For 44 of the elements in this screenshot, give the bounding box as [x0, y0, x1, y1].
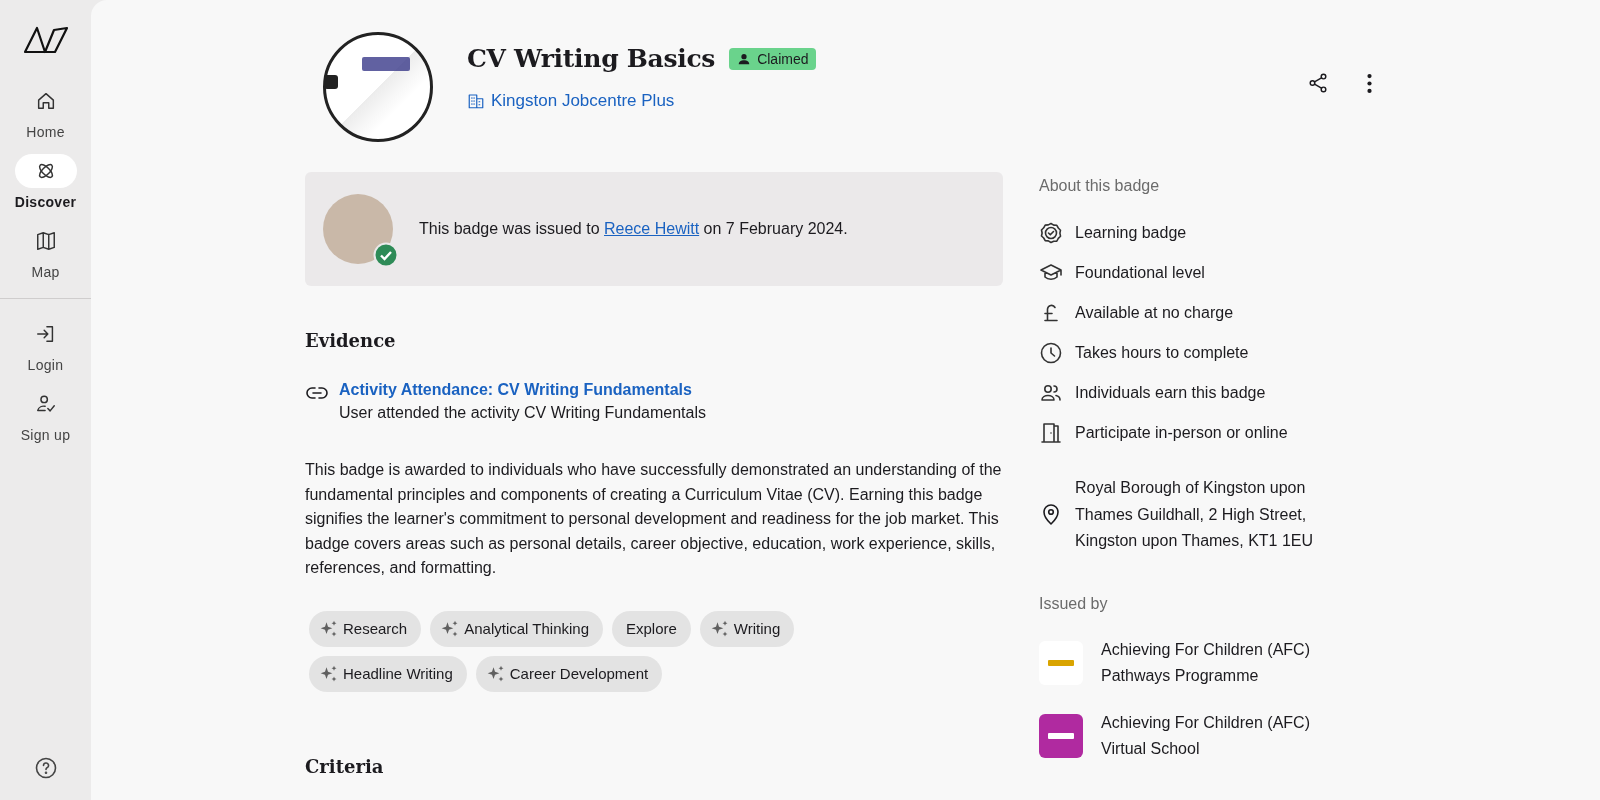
section-heading: Criteria: [305, 755, 385, 777]
issued-notice: This badge was issued to Reece Hewitt on 7 February 2024.: [419, 220, 848, 238]
map-icon: [34, 230, 57, 252]
badge-check-icon: [1039, 221, 1063, 245]
address-text: Royal Borough of Kingston upon Thames Guildhall, 2 High Street, Kingston upon Thames, KT1 1EU: [1075, 478, 1315, 551]
map-link[interactable]: Map: [14, 224, 77, 280]
clock-icon: [1039, 341, 1063, 365]
skill-chip[interactable]: Research: [309, 610, 422, 647]
badge-attribute: Individuals earn this badge: [1075, 384, 1266, 402]
section-label: About this badge: [1039, 177, 1161, 195]
help-icon[interactable]: [33, 756, 58, 780]
home-link[interactable]: Home: [14, 84, 77, 140]
skill-chip[interactable]: Explore: [612, 610, 691, 647]
share-icon: [1307, 72, 1329, 94]
issuer-logo: [1039, 714, 1083, 758]
badge-attribute: Available at no charge: [1075, 304, 1234, 322]
sign-up-link[interactable]: Sign up: [14, 387, 77, 443]
badge-description: This badge is awarded to individuals who have successfully demonstrated an understanding of the fundamental principles and components of creating a Curriculum Vitae (CV). Earning this badge signifies the learner's commitment to personal development and readiness for the job market. This badge covers areas such as personal details, career objective, education, work experience, skills, references, and formatting.: [305, 460, 1003, 578]
chip-label: Claimed: [757, 50, 809, 67]
badge-attribute: Participate in-person or online: [1075, 424, 1288, 442]
more-icon: [1367, 74, 1372, 93]
person-icon: [737, 51, 752, 66]
section-label: Issued by: [1039, 594, 1109, 613]
login-link[interactable]: Login: [14, 317, 77, 373]
badge-attribute: Takes hours to complete: [1075, 344, 1249, 362]
door-icon: [1039, 421, 1063, 445]
share-button[interactable]: [1307, 72, 1329, 95]
issuer-logo: [1039, 641, 1083, 685]
building-icon: [467, 92, 485, 110]
section-heading: Evidence: [305, 330, 397, 351]
evidence-description: User attended the activity CV Writing Fundamentals: [339, 404, 706, 422]
issuer-name[interactable]: Achieving For Children (AFC) Pathways Programme: [1101, 636, 1351, 690]
recipient-link[interactable]: Reece Hewitt: [604, 220, 700, 237]
badge-attribute: Foundational level: [1075, 264, 1205, 282]
skill-chip[interactable]: Writing: [699, 610, 795, 647]
skill-chip[interactable]: Headline Writing: [309, 655, 467, 692]
organisation-link[interactable]: Kingston Jobcentre Plus: [467, 91, 675, 111]
badge-title: CV Writing Basics: [467, 44, 716, 73]
skill-chip[interactable]: Career Development: [475, 655, 663, 692]
app-logo[interactable]: [22, 26, 69, 54]
skill-chip[interactable]: Analytical Thinking: [430, 610, 603, 647]
evidence-link[interactable]: Activity Attendance: CV Writing Fundamentals: [339, 381, 692, 398]
badge-attribute: Learning badge: [1075, 224, 1187, 242]
issuer-name[interactable]: Achieving For Children (AFC) Virtual School: [1101, 709, 1351, 763]
